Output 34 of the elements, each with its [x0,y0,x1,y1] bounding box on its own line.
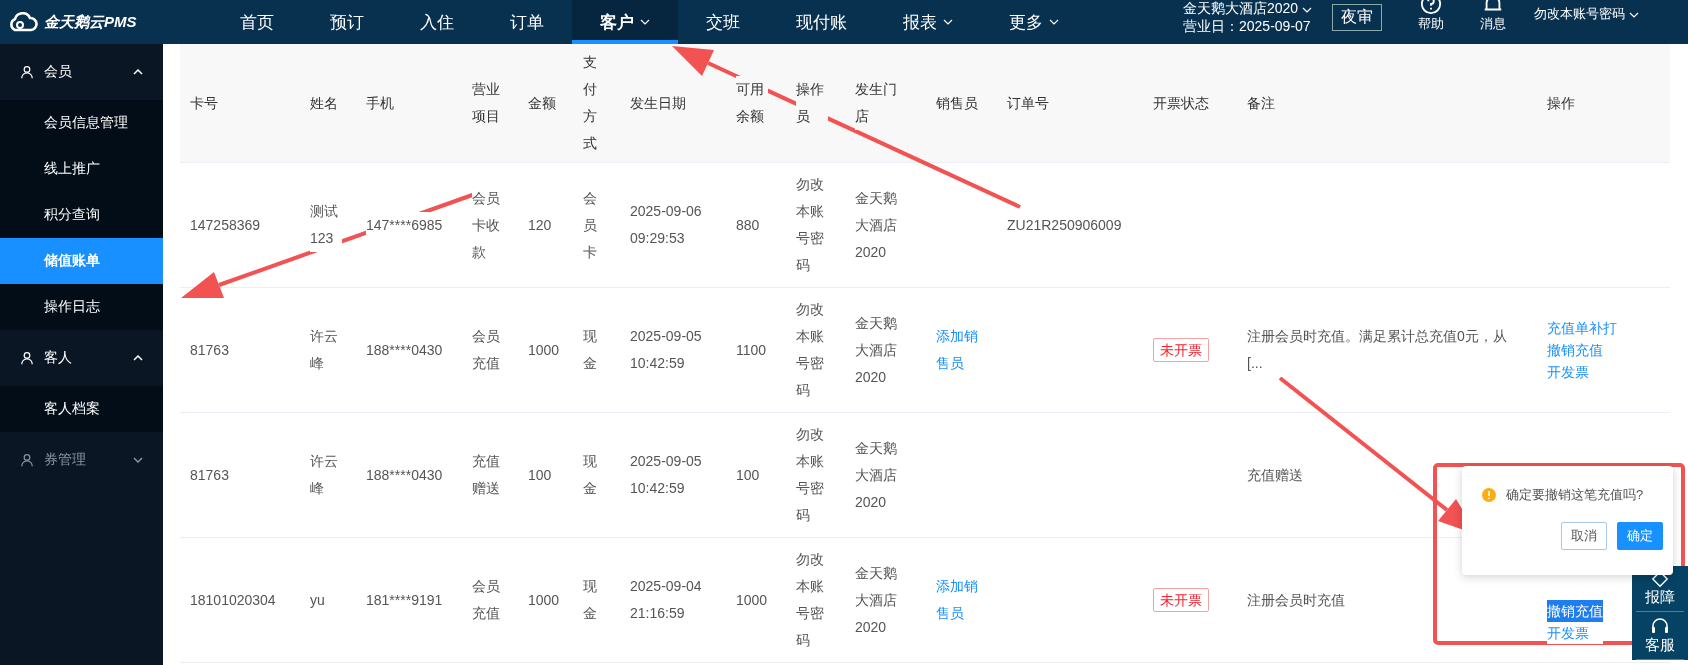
messages-label[interactable]: 消息 [1480,15,1507,33]
logo-text: 金天鹅云PMS [44,12,137,32]
menu-group[interactable]: 券管理 [0,432,163,488]
menu-group[interactable]: 会员 [0,44,163,100]
menu-group-label: 会员 [44,63,73,81]
nav-tab[interactable]: 预订 [302,0,392,44]
action-link[interactable]: 撤销充值 [1547,600,1603,622]
night-audit-button[interactable]: 夜审 [1332,3,1383,31]
status-tag: 未开票 [1153,588,1209,612]
menu-item[interactable]: 操作日志 [0,284,163,330]
confirm-message: 确定要撤销这笔充值吗? [1506,486,1644,504]
menu-group-label: 客人 [44,349,73,367]
nav-tab[interactable]: 现付账 [768,0,875,44]
help-label[interactable]: 帮助 [1418,15,1445,33]
nav-tab[interactable]: 报表 [875,0,981,44]
menu-item[interactable]: 积分查询 [0,192,163,238]
menu-group-label: 券管理 [44,451,87,469]
menu-item[interactable]: 线上推广 [0,146,163,192]
nav-tab[interactable]: 更多 [981,0,1087,44]
menu-item[interactable]: 会员信息管理 [0,100,163,146]
nav-tab[interactable]: 入住 [392,0,482,44]
status-tag: 未开票 [1153,338,1209,362]
menu-group[interactable]: 客人 [0,330,163,386]
cancel-button[interactable]: 取消 [1561,522,1607,550]
hotel-name[interactable]: 金天鹅大酒店2020 [1183,0,1313,17]
business-date: 营业日：2025-09-07 [1183,17,1312,35]
nav-tab[interactable]: 订单 [482,0,572,44]
side-tool-label[interactable]: 报障 [1645,588,1675,607]
menu-item[interactable]: 客人档案 [0,386,163,432]
nav-tab[interactable]: 交班 [678,0,768,44]
nav-tab[interactable]: 客户 [572,0,678,44]
user-menu[interactable]: 勿改本账号密码 [1534,5,1639,23]
nav-tab[interactable]: 首页 [212,0,302,44]
side-tool-label[interactable]: 客服 [1645,636,1675,655]
